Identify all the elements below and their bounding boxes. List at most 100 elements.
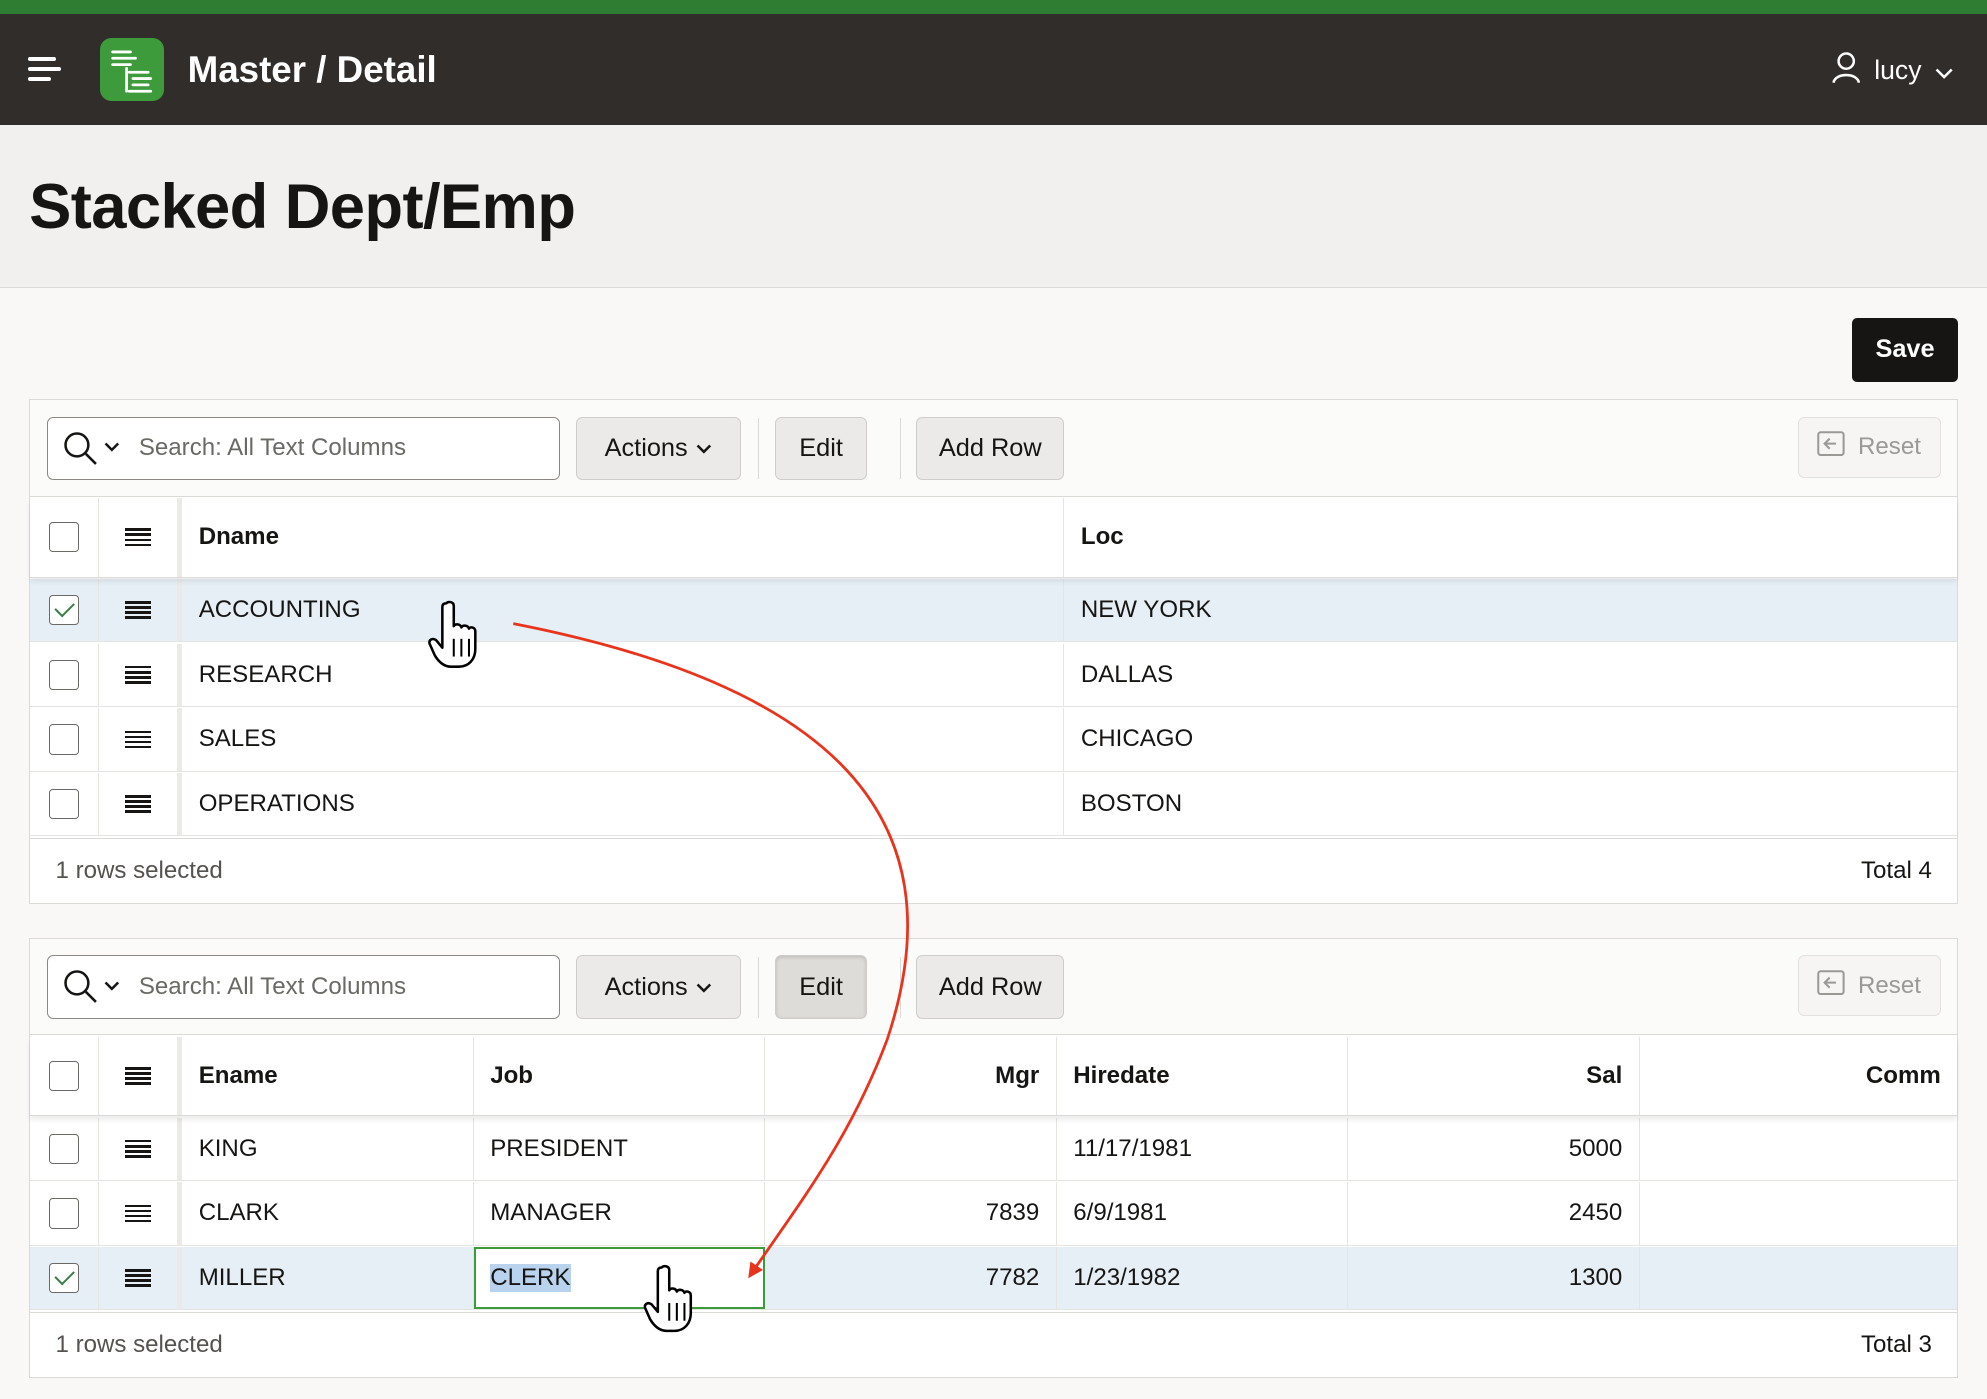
table-row[interactable]: SALES CHICAGO: [30, 708, 1958, 772]
cell-loc[interactable]: BOSTON: [1064, 773, 1957, 835]
table-row[interactable]: ACCOUNTING NEW YORK: [30, 578, 1958, 643]
dept-add-row-button[interactable]: Add Row: [916, 416, 1065, 481]
cell-dname[interactable]: RESEARCH: [182, 643, 1065, 706]
cell-ename[interactable]: MILLER: [182, 1246, 474, 1310]
cell-dname[interactable]: SALES: [182, 708, 1065, 771]
row-checkbox[interactable]: [48, 1198, 80, 1229]
app-logo-icon[interactable]: [100, 38, 164, 102]
app-title[interactable]: Master / Detail: [188, 49, 437, 91]
dept-search-box[interactable]: [46, 416, 560, 481]
cell-loc[interactable]: CHICAGO: [1064, 708, 1957, 770]
hamburger-icon[interactable]: [23, 49, 64, 90]
column-header-hiredate[interactable]: Hiredate: [1057, 1036, 1349, 1116]
user-name: lucy: [1874, 55, 1922, 86]
column-header-mgr[interactable]: Mgr: [765, 1036, 1057, 1116]
chevron-down-icon[interactable]: [103, 437, 121, 460]
table-row[interactable]: MILLER CLERK 7782 1/23/1982 1300: [30, 1246, 1958, 1311]
emp-edit-button[interactable]: Edit: [775, 955, 867, 1019]
emp-reset-button[interactable]: Reset: [1797, 955, 1941, 1017]
cell-ename[interactable]: KING: [182, 1117, 474, 1181]
chevron-down-icon: [695, 973, 713, 1002]
menu-lines-icon: [125, 1066, 151, 1086]
dept-edit-button[interactable]: Edit: [775, 416, 867, 481]
cell-comm[interactable]: [1640, 1182, 1957, 1244]
cell-mgr[interactable]: 7839: [765, 1182, 1057, 1245]
emp-actions-button[interactable]: Actions: [576, 955, 742, 1019]
cell-comm[interactable]: [1640, 1118, 1957, 1180]
cell-hiredate[interactable]: 6/9/1981: [1057, 1182, 1349, 1245]
cell-dname[interactable]: OPERATIONS: [182, 772, 1065, 836]
column-header-loc[interactable]: Loc: [1064, 498, 1957, 577]
row-header-cell: [99, 497, 183, 577]
save-button[interactable]: Save: [1851, 318, 1959, 382]
table-row[interactable]: OPERATIONS BOSTON: [30, 772, 1958, 837]
row-actions-icon[interactable]: [125, 1139, 151, 1159]
emp-search-input[interactable]: [138, 973, 520, 1002]
column-header-comm[interactable]: Comm: [1640, 1037, 1957, 1116]
row-select-cell: [30, 1182, 99, 1245]
cell-sal[interactable]: 1300: [1348, 1246, 1640, 1310]
row-total: Total 3: [1860, 1331, 1932, 1359]
cell-loc[interactable]: NEW YORK: [1064, 579, 1957, 641]
dept-grid-footer: 1 rows selected Total 4: [30, 837, 1958, 904]
row-select-cell: [30, 1117, 99, 1181]
cell-hiredate[interactable]: 1/23/1982: [1057, 1246, 1349, 1310]
search-icon[interactable]: [63, 431, 98, 466]
emp-grid-header: Ename Job Mgr Hiredate Sal Comm: [30, 1036, 1958, 1117]
table-row[interactable]: KING PRESIDENT 11/17/1981 5000: [30, 1117, 1958, 1182]
dept-reset-button[interactable]: Reset: [1797, 416, 1941, 478]
selection-status: 1 rows selected: [55, 856, 223, 884]
cell-job-editing[interactable]: CLERK: [473, 1246, 766, 1310]
table-row[interactable]: CLARK MANAGER 7839 6/9/1981 2450: [30, 1182, 1958, 1246]
column-header-ename[interactable]: Ename: [182, 1036, 474, 1116]
cell-dname[interactable]: ACCOUNTING: [182, 578, 1065, 642]
row-actions-icon[interactable]: [125, 1268, 151, 1288]
cell-job[interactable]: MANAGER: [474, 1182, 766, 1245]
cell-mgr[interactable]: 7782: [765, 1246, 1057, 1310]
cell-ename[interactable]: CLARK: [182, 1182, 474, 1245]
emp-add-row-button[interactable]: Add Row: [916, 955, 1065, 1019]
dept-grid-region: Actions Edit Add Row Reset Dname Loc: [29, 399, 1959, 904]
select-all-cell: [30, 497, 99, 577]
cell-comm[interactable]: [1640, 1247, 1957, 1309]
row-checkbox[interactable]: [48, 1262, 80, 1294]
row-actions-icon[interactable]: [125, 794, 151, 814]
reset-label: Reset: [1858, 971, 1921, 999]
row-checkbox[interactable]: [48, 594, 80, 626]
row-actions-icon[interactable]: [125, 1203, 151, 1223]
cell-sal[interactable]: 5000: [1348, 1117, 1640, 1181]
dept-actions-button[interactable]: Actions: [576, 416, 742, 481]
select-all-checkbox[interactable]: [48, 1060, 80, 1092]
search-icon[interactable]: [63, 969, 98, 1004]
row-actions-icon[interactable]: [125, 665, 151, 685]
row-checkbox[interactable]: [48, 659, 80, 690]
toolbar-separator: [899, 956, 901, 1018]
table-row[interactable]: RESEARCH DALLAS: [30, 643, 1958, 707]
column-header-sal[interactable]: Sal: [1348, 1036, 1640, 1116]
user-menu[interactable]: lucy: [1831, 52, 1954, 90]
select-all-checkbox[interactable]: [48, 522, 80, 553]
cell-sal[interactable]: 2450: [1348, 1182, 1640, 1245]
row-actions-icon[interactable]: [125, 600, 151, 620]
row-checkbox[interactable]: [48, 1133, 80, 1165]
cell-job[interactable]: PRESIDENT: [474, 1117, 766, 1181]
emp-grid-footer: 1 rows selected Total 3: [30, 1311, 1958, 1378]
row-action-cell: [99, 772, 183, 836]
cell-loc[interactable]: DALLAS: [1064, 644, 1957, 706]
actions-label: Actions: [604, 972, 688, 1001]
cell-hiredate[interactable]: 11/17/1981: [1057, 1117, 1349, 1181]
reset-icon: [1817, 969, 1846, 1002]
top-accent-stripe: [0, 0, 1987, 14]
column-header-job[interactable]: Job: [474, 1036, 766, 1116]
cell-mgr[interactable]: [765, 1117, 1057, 1181]
dept-search-input[interactable]: [138, 434, 520, 463]
chevron-down-icon[interactable]: [103, 976, 121, 999]
dept-grid-toolbar: Actions Edit Add Row Reset: [30, 400, 1958, 497]
emp-search-box[interactable]: [46, 955, 560, 1019]
dept-grid-header: Dname Loc: [30, 497, 1958, 578]
row-checkbox[interactable]: [48, 724, 80, 755]
column-header-dname[interactable]: Dname: [182, 497, 1065, 577]
row-actions-icon[interactable]: [125, 729, 151, 749]
selected-text[interactable]: CLERK: [490, 1264, 571, 1293]
row-checkbox[interactable]: [48, 788, 80, 820]
